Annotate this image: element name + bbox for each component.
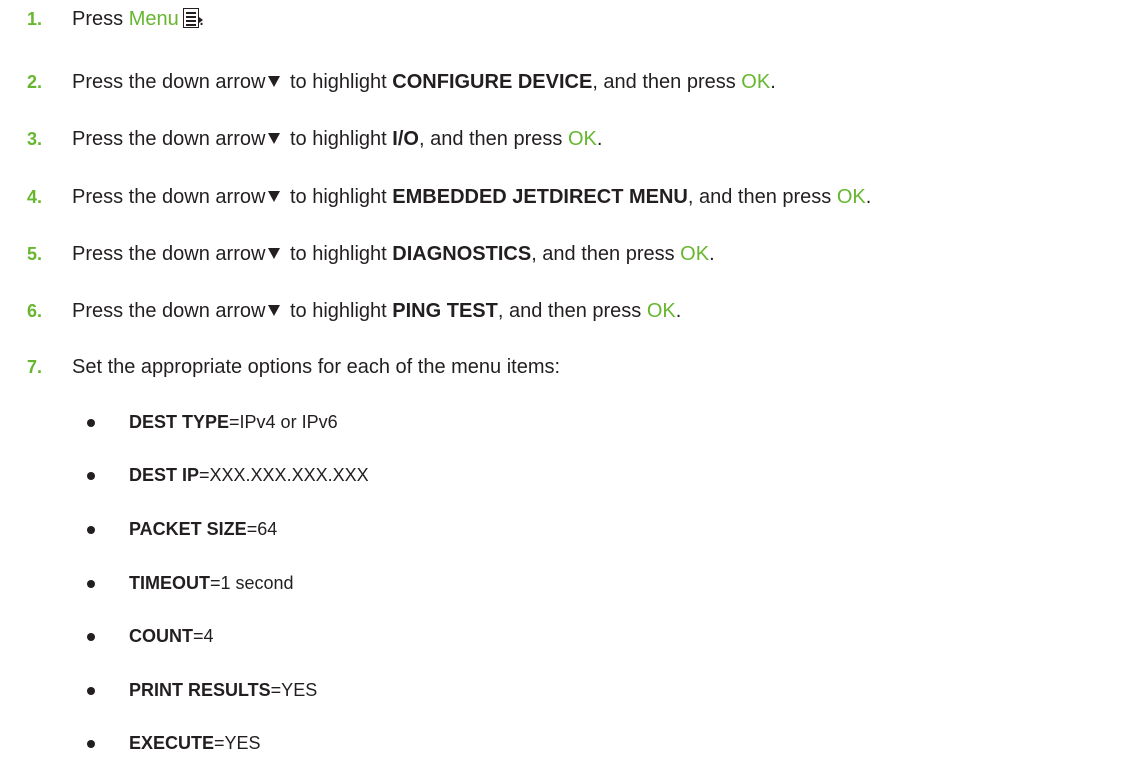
ok-button-reference[interactable]: OK bbox=[647, 300, 676, 322]
step-period: . bbox=[675, 300, 682, 322]
menu-link[interactable]: Menu bbox=[129, 8, 179, 30]
menu-item-name: DIAGNOSTICS bbox=[392, 243, 532, 265]
option-text: DEST IP=XXX.XXX.XXX.XXX bbox=[129, 460, 369, 490]
option-value: =YES bbox=[270, 680, 318, 700]
down-arrow-icon bbox=[268, 248, 281, 259]
option-label: PRINT RESULTS bbox=[129, 680, 271, 700]
ok-button-reference[interactable]: OK bbox=[741, 71, 770, 93]
step-number: 2. bbox=[27, 72, 43, 92]
option-value: =4 bbox=[193, 626, 214, 646]
ok-button-reference[interactable]: OK bbox=[568, 128, 597, 150]
step-text: Press the down arrow to highlight DIAGNO… bbox=[72, 239, 715, 269]
option-text: EXECUTE=YES bbox=[129, 728, 261, 758]
step-number: 6. bbox=[27, 301, 43, 321]
menu-item-name: I/O bbox=[392, 128, 419, 150]
step-number: 1. bbox=[27, 9, 43, 29]
step-phrase: to highlight bbox=[284, 300, 393, 322]
step-phrase: , and then press bbox=[592, 71, 742, 93]
step-number: 3. bbox=[27, 129, 43, 149]
menu-icon bbox=[182, 8, 203, 28]
step-period: . bbox=[770, 71, 776, 93]
step-phrase: , and then press bbox=[497, 300, 647, 322]
option-label: DEST TYPE bbox=[129, 412, 230, 432]
option-text: PACKET SIZE=64 bbox=[129, 514, 277, 544]
step-text: Press Menu. bbox=[72, 4, 204, 34]
step-text: Press the down arrow to highlight I/O, a… bbox=[72, 124, 602, 154]
ok-button-reference[interactable]: OK bbox=[837, 186, 866, 208]
menu-item-name: CONFIGURE DEVICE bbox=[392, 71, 593, 93]
step-prefix: Press the down arrow bbox=[72, 128, 266, 150]
step-phrase: to highlight bbox=[284, 186, 393, 208]
step-phrase: , and then press bbox=[687, 186, 837, 208]
option-value: =1 second bbox=[210, 573, 294, 593]
option-text: DEST TYPE=IPv4 or IPv6 bbox=[129, 407, 338, 437]
option-label: TIMEOUT bbox=[129, 573, 210, 593]
step-phrase: , and then press bbox=[531, 243, 681, 265]
bullet-icon bbox=[87, 633, 95, 641]
bullet-icon bbox=[87, 526, 95, 534]
step-period: . bbox=[865, 186, 872, 208]
step-phrase: to highlight bbox=[284, 128, 393, 150]
option-value: =64 bbox=[246, 519, 278, 539]
step-text: Press the down arrow to highlight EMBEDD… bbox=[72, 182, 871, 212]
step-text: Set the appropriate options for each of … bbox=[72, 356, 561, 378]
option-text: COUNT=4 bbox=[129, 621, 214, 651]
option-label: EXECUTE bbox=[129, 733, 215, 753]
step-phrase: to highlight bbox=[284, 243, 393, 265]
down-arrow-icon bbox=[268, 191, 281, 202]
step-prefix: Press the down arrow bbox=[72, 300, 266, 322]
option-label: DEST IP bbox=[129, 465, 200, 485]
step-number: 7. bbox=[27, 357, 43, 377]
option-value: =XXX.XXX.XXX.XXX bbox=[199, 465, 369, 485]
step-period: . bbox=[709, 243, 715, 265]
bullet-icon bbox=[87, 580, 95, 588]
step-text: Press the down arrow to highlight PING T… bbox=[72, 296, 681, 326]
option-text: PRINT RESULTS=YES bbox=[129, 675, 317, 705]
step-text: Press the down arrow to highlight CONFIG… bbox=[72, 67, 776, 97]
step-prefix: Press the down arrow bbox=[72, 243, 266, 265]
option-value: =IPv4 or IPv6 bbox=[229, 412, 338, 432]
option-label: COUNT bbox=[129, 626, 193, 646]
down-arrow-icon bbox=[268, 76, 281, 87]
step-prefix: Press bbox=[72, 8, 129, 30]
menu-item-name: EMBEDDED JETDIRECT MENU bbox=[392, 186, 688, 208]
bullet-icon bbox=[87, 472, 95, 480]
bullet-icon bbox=[87, 419, 95, 427]
option-text: TIMEOUT=1 second bbox=[129, 568, 294, 598]
bullet-icon bbox=[87, 740, 95, 748]
step-phrase: to highlight bbox=[284, 71, 393, 93]
step-number: 5. bbox=[27, 244, 43, 264]
step-phrase: , and then press bbox=[418, 128, 568, 150]
step-number: 4. bbox=[27, 187, 43, 207]
option-value: =YES bbox=[214, 733, 261, 753]
step-prefix: Press the down arrow bbox=[72, 71, 266, 93]
menu-item-name: PING TEST bbox=[392, 300, 498, 322]
option-label: PACKET SIZE bbox=[129, 519, 247, 539]
ok-button-reference[interactable]: OK bbox=[680, 243, 709, 265]
step-period: . bbox=[596, 128, 603, 150]
bullet-icon bbox=[87, 687, 95, 695]
down-arrow-icon bbox=[268, 133, 281, 144]
down-arrow-icon bbox=[268, 305, 281, 316]
step-prefix: Press the down arrow bbox=[72, 186, 266, 208]
